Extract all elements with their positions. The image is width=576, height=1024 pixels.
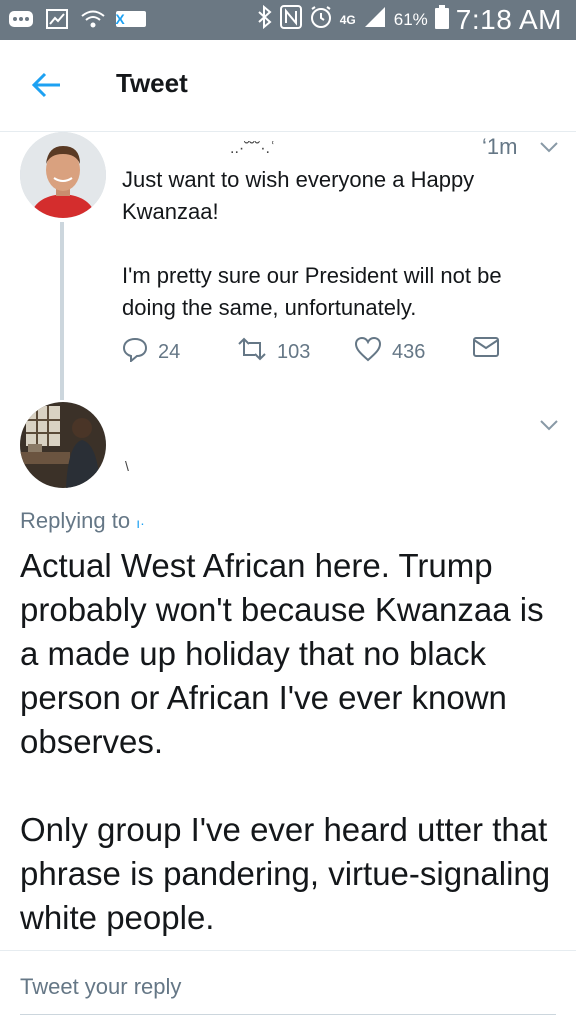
avatar[interactable] [20,402,106,488]
reply-button[interactable]: 24 [122,336,180,368]
thread-connector [60,222,64,400]
reply-input[interactable]: Tweet your reply [20,974,556,1000]
input-underline [20,1014,556,1015]
like-count: 436 [392,340,426,363]
reply-icon [122,336,148,368]
chevron-down-icon[interactable] [539,140,559,154]
page-title: Tweet [116,68,188,98]
bluetooth-icon [257,4,273,35]
xposed-label: X [115,11,125,27]
alarm-icon [309,5,333,35]
author-name[interactable]: \ [125,458,129,474]
battery-percent: 61% [393,10,428,29]
divider [0,950,576,951]
like-button[interactable]: 436 [354,336,425,368]
author-name[interactable]: ..·˘˘˘·.ʿ [230,140,275,158]
back-arrow-icon[interactable] [30,70,64,100]
screenshot-icon [44,6,70,32]
timestamp[interactable]: ‘1m [482,134,517,160]
envelope-icon [472,336,500,364]
clock: 7:18 AM [455,4,562,35]
replying-to-handle[interactable]: ı· [136,515,145,531]
chevron-down-icon[interactable] [539,418,559,432]
avatar[interactable] [20,132,106,218]
replying-to: Replying to ı· [20,508,145,534]
heart-icon [354,336,382,368]
app-bar: Tweet [0,40,576,132]
notification-icons: X [8,6,146,32]
tweet-text: Just want to wish everyone a Happy Kwanz… [122,167,502,320]
xposed-icon: X [115,6,146,32]
direct-message-button[interactable] [472,336,500,364]
system-indicators: 4G 61% 7:18 AM [257,4,562,36]
reply-count: 24 [158,340,181,363]
battery-icon [434,5,449,35]
retweet-button[interactable]: 103 [237,336,310,368]
more-icon [8,6,34,32]
nfc-icon [279,5,302,35]
retweet-count: 103 [277,340,311,363]
status-bar: X 4G 61% 7:18 AM [0,0,576,40]
network-type: 4G [339,12,356,27]
wifi-icon [80,6,106,32]
replying-to-label: Replying to [20,508,131,533]
signal-icon [363,6,387,34]
reply-text: Actual West African here. Trump probably… [20,547,551,936]
retweet-icon [237,336,267,368]
